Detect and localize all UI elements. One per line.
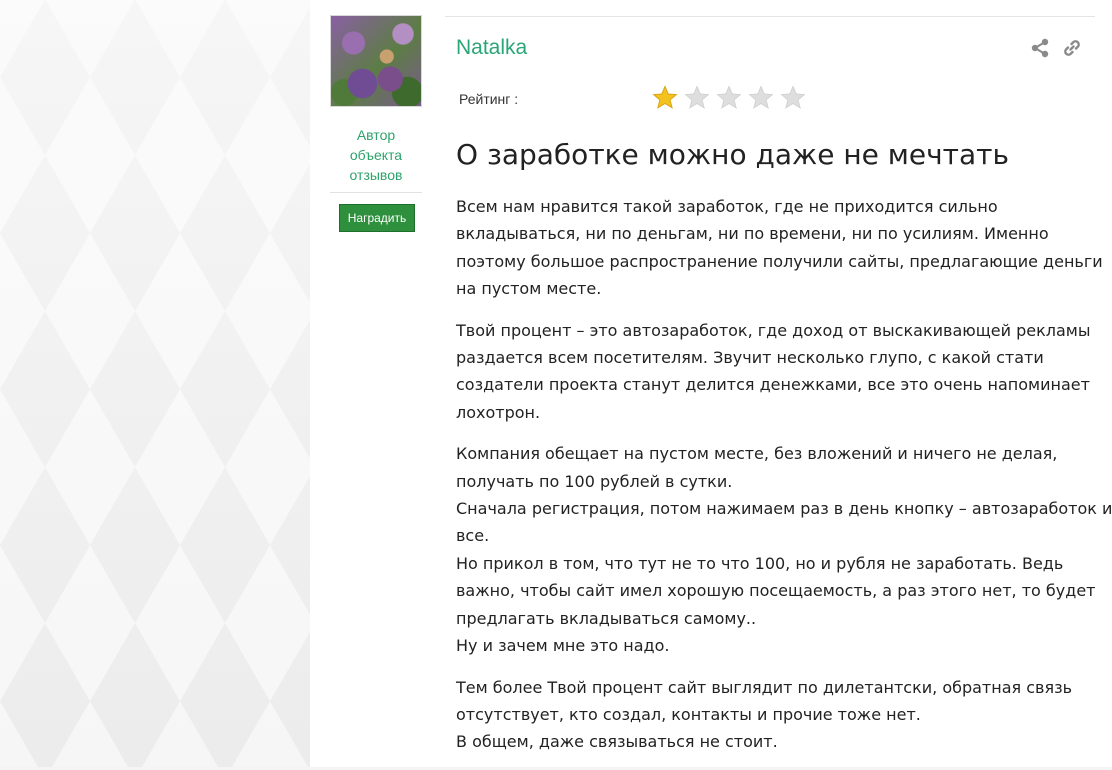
review-text-line: получать по 100 рублей в сутки. bbox=[456, 471, 733, 491]
link-icon[interactable] bbox=[1062, 38, 1082, 58]
share-icon[interactable] bbox=[1030, 38, 1050, 58]
divider bbox=[330, 192, 422, 193]
author-role-line: Автор bbox=[356, 127, 396, 143]
review-paragraph: Твой процент – это автозаработок, где до… bbox=[456, 317, 1096, 427]
review-text-line: Компания обещает на пустом месте, без вл… bbox=[456, 444, 1058, 464]
avatar[interactable] bbox=[330, 15, 422, 107]
review-paragraph: Компания обещает на пустом месте, без вл… bbox=[456, 440, 1112, 659]
reward-button[interactable]: Наградить bbox=[339, 204, 415, 232]
review-text-line: важно, чтобы сайт имел хорошую посещаемо… bbox=[456, 581, 1096, 601]
review-text-line: В общем, даже связываться не стоит. bbox=[456, 732, 778, 752]
review-author-name[interactable]: Natalka bbox=[456, 36, 527, 60]
review-text-line: создатели проекта станут делится денежка… bbox=[456, 375, 1090, 395]
review-paragraph: Всем нам нравится такой заработок, где н… bbox=[456, 193, 1103, 303]
star-empty-icon bbox=[780, 85, 806, 109]
star-empty-icon bbox=[684, 85, 710, 109]
review-text-line: Твой процент – это автозаработок, где до… bbox=[456, 320, 1091, 340]
review-text-line: Ну и зачем мне это надо. bbox=[456, 636, 670, 656]
review-text-line: на пустом месте. bbox=[456, 279, 602, 299]
page-background bbox=[0, 0, 310, 767]
review-text-line: Всем нам нравится такой заработок, где н… bbox=[456, 197, 998, 216]
review-text-line: Тем более Твой процент сайт выглядит по … bbox=[456, 677, 1073, 697]
review-text-line: предлагать вкладываться самому.. bbox=[456, 608, 757, 628]
review-body: Всем нам нравится такой заработок, где н… bbox=[456, 193, 1112, 770]
review-text-line: все. bbox=[456, 526, 490, 546]
author-role-line: отзывов bbox=[349, 167, 403, 183]
review-text-line: раздается всем посетителям. Звучит неско… bbox=[456, 348, 1044, 368]
review-text-line: поэтому большое распространение получили… bbox=[456, 251, 1103, 271]
review-text-line: отсутствует, кто создал, контакты и проч… bbox=[456, 704, 921, 724]
divider bbox=[445, 16, 1095, 17]
review-text-line: лохотрон. bbox=[456, 402, 541, 422]
star-empty-icon bbox=[716, 85, 742, 109]
rating-stars bbox=[652, 85, 806, 113]
star-empty-icon bbox=[748, 85, 774, 109]
author-role-line: объекта bbox=[349, 147, 403, 163]
star-filled-icon bbox=[652, 85, 678, 109]
review-text-line: вкладываться, ни по деньгам, ни по време… bbox=[456, 224, 1049, 244]
author-role: Автор объекта отзывов bbox=[320, 125, 432, 185]
review-text-line: Но прикол в том, что тут не то что 100, … bbox=[456, 553, 1064, 573]
review-title: О заработке можно даже не мечтать bbox=[456, 138, 1009, 171]
review-paragraph: Тем более Твой процент сайт выглядит по … bbox=[456, 674, 1096, 756]
rating-label: Рейтинг : bbox=[459, 91, 519, 107]
review-text-line: Сначала регистрация, потом нажимаем раз … bbox=[456, 499, 1112, 519]
